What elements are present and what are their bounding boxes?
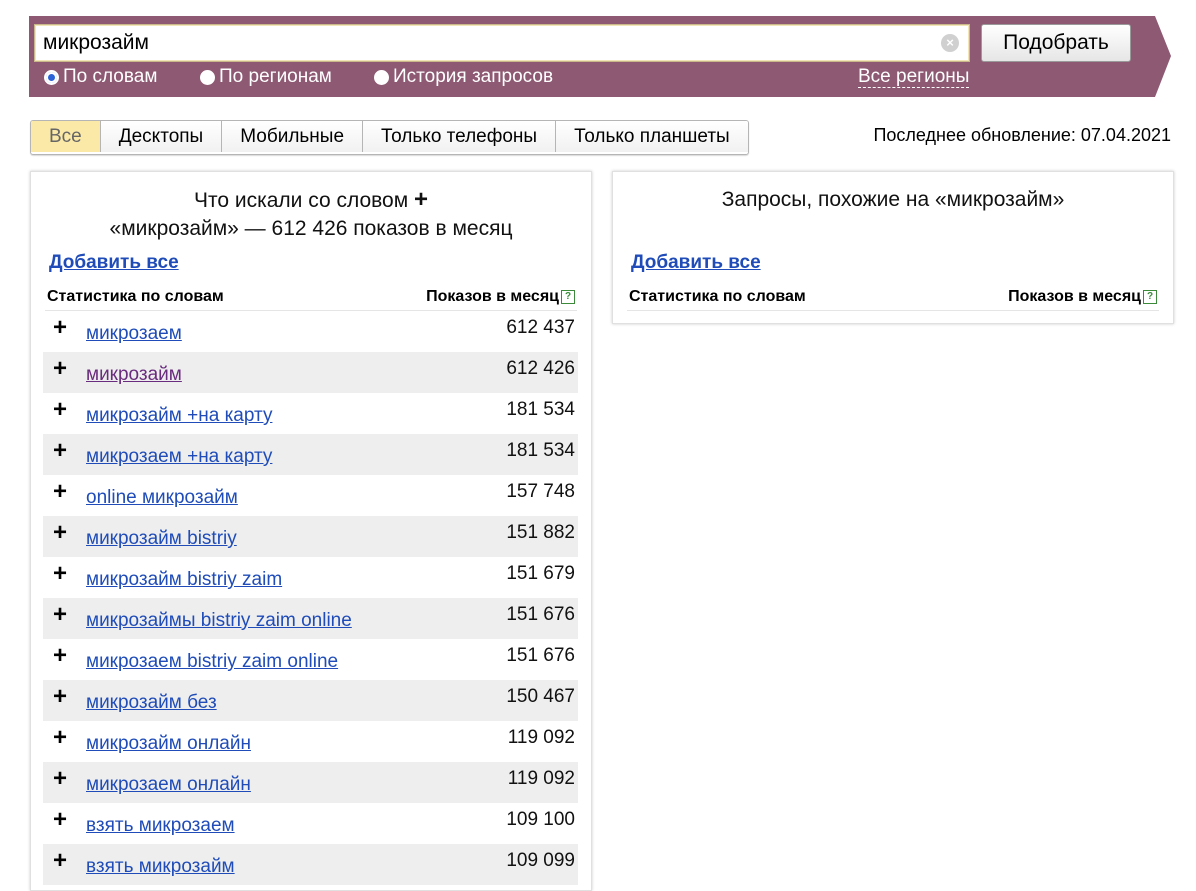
keyword-link[interactable]: микрозайм bistriy xyxy=(86,528,237,550)
keyword-link[interactable]: микрозаймы bistriy zaim online xyxy=(86,610,352,632)
col-header-words: Статистика по словам xyxy=(629,288,806,305)
add-phrase-plus-icon[interactable]: + xyxy=(53,357,67,381)
add-phrase-plus-icon[interactable]: + xyxy=(53,398,67,422)
keyword-link[interactable]: микрозаем +на карту xyxy=(86,446,272,468)
tab-mobile[interactable]: Мобильные xyxy=(222,121,364,152)
impressions-count: 612 437 xyxy=(506,317,575,338)
keyword-link[interactable]: микрозаем xyxy=(86,323,182,345)
impressions-count: 181 534 xyxy=(506,440,575,461)
search-input[interactable] xyxy=(43,29,923,57)
last-update: Последнее обновление: 07.04.2021 xyxy=(873,125,1171,145)
add-phrase-plus-icon[interactable]: + xyxy=(53,685,67,709)
keyword-link[interactable]: микрозайм xyxy=(86,364,182,386)
table-row: + микрозайм онлайн 119 092 xyxy=(43,721,578,762)
add-phrase-plus-icon[interactable]: + xyxy=(53,439,67,463)
add-all-link[interactable]: Добавить все xyxy=(631,252,761,274)
table-row: + микрозаем +на карту 181 534 xyxy=(43,434,578,475)
table-row: + микрозайм bistriy zaim 151 679 xyxy=(43,557,578,598)
mode-by-regions[interactable]: По регионам xyxy=(200,66,332,88)
radio-icon[interactable] xyxy=(374,69,389,85)
add-phrase-plus-icon[interactable]: + xyxy=(53,480,67,504)
keyword-link[interactable]: online микрозайм xyxy=(86,487,238,509)
keyword-link[interactable]: микрозайм без xyxy=(86,692,217,714)
help-icon[interactable]: ? xyxy=(1143,290,1157,304)
add-phrase-plus-icon[interactable]: + xyxy=(53,808,67,832)
add-phrase-plus-icon[interactable]: + xyxy=(53,644,67,668)
impressions-count: 157 748 xyxy=(506,481,575,502)
add-all-link[interactable]: Добавить все xyxy=(49,252,179,274)
stats-header: Статистика по словам Показов в месяц ? xyxy=(45,286,577,311)
stats-rows: + микрозаем 612 437 + микрозайм 612 426 + микро… xyxy=(43,311,578,885)
radio-checked-icon[interactable] xyxy=(44,69,59,85)
col-header-impressions: Показов в месяц ? xyxy=(1008,288,1157,306)
tab-tablets-only[interactable]: Только планшеты xyxy=(556,121,748,152)
col-header-words: Статистика по словам xyxy=(47,288,224,305)
impressions-count: 151 676 xyxy=(506,645,575,666)
keyword-link[interactable]: микрозаем bistriy zaim online xyxy=(86,651,338,673)
all-regions-link[interactable]: Все регионы xyxy=(858,66,970,88)
panel-title: Запросы, похожие на «микрозайм» xyxy=(721,188,1065,211)
impressions-count: 119 092 xyxy=(507,727,575,748)
impressions-count: 119 092 xyxy=(507,768,575,789)
tab-phones-only[interactable]: Только телефоны xyxy=(363,121,557,152)
similar-panel: Запросы, похожие на «микрозайм» Добавить… xyxy=(612,171,1174,324)
mode-history[interactable]: История запросов xyxy=(374,66,553,88)
add-phrase-plus-icon[interactable]: + xyxy=(53,316,67,340)
table-row: + микрозаем bistriy zaim online 151 676 xyxy=(43,639,578,680)
words-panel: Что искали со словом + «микрозайм» — 612… xyxy=(30,171,592,891)
table-row: + микрозайм 612 426 xyxy=(43,352,578,393)
table-row: + микрозаем 612 437 xyxy=(43,311,578,352)
keyword-link[interactable]: микрозаем онлайн xyxy=(86,774,251,796)
table-row: + микрозайм +на карту 181 534 xyxy=(43,393,578,434)
add-phrase-plus-icon[interactable]: + xyxy=(53,603,67,627)
mode-label: По словам xyxy=(63,66,158,87)
clear-icon[interactable]: × xyxy=(941,34,959,52)
tab-all[interactable]: Все xyxy=(31,121,101,152)
submit-button[interactable]: Подобрать xyxy=(981,24,1131,62)
tab-desktops[interactable]: Десктопы xyxy=(100,121,223,152)
mode-label: История запросов xyxy=(393,66,554,87)
mode-label: По регионам xyxy=(219,66,332,87)
impressions-count: 151 882 xyxy=(506,522,575,543)
impressions-count: 109 100 xyxy=(506,809,575,830)
impressions-count: 612 426 xyxy=(506,358,575,379)
table-row: + микрозайм bistriy 151 882 xyxy=(43,516,578,557)
add-phrase-plus-icon[interactable]: + xyxy=(53,726,67,750)
mode-by-words[interactable]: По словам xyxy=(44,66,157,88)
col-header-label: Показов в месяц xyxy=(426,288,559,305)
impressions-count: 181 534 xyxy=(506,399,575,420)
table-row: + микрозаем онлайн 119 092 xyxy=(43,762,578,803)
col-header-label: Показов в месяц xyxy=(1008,288,1141,305)
device-tabs: Все Десктопы Мобильные Только телефоны Т… xyxy=(30,120,749,155)
keyword-link[interactable]: взять микрозайм xyxy=(86,856,235,878)
impressions-count: 150 467 xyxy=(506,686,575,707)
help-icon[interactable]: ? xyxy=(561,290,575,304)
add-phrase-plus-icon[interactable]: + xyxy=(53,562,67,586)
stats-header: Статистика по словам Показов в месяц ? xyxy=(627,286,1159,311)
panel-title: Что искали со словом + «микрозайм» — 612… xyxy=(31,186,591,243)
table-row: + микрозаймы bistriy zaim online 151 676 xyxy=(43,598,578,639)
col-header-impressions: Показов в месяц ? xyxy=(426,288,575,306)
table-row: + микрозайм без 150 467 xyxy=(43,680,578,721)
impressions-count: 151 679 xyxy=(506,563,575,584)
keyword-link[interactable]: микрозайм +на карту xyxy=(86,405,272,427)
table-row: + взять микрозаем 109 100 xyxy=(43,803,578,844)
impressions-count: 151 676 xyxy=(506,604,575,625)
plus-icon[interactable]: + xyxy=(414,186,428,213)
title-line-1: Что искали со словом xyxy=(193,189,409,212)
table-row: + online микрозайм 157 748 xyxy=(43,475,578,516)
banner-arrow xyxy=(1155,16,1171,97)
keyword-link[interactable]: взять микрозаем xyxy=(86,815,235,837)
keyword-link[interactable]: микрозайм bistriy zaim xyxy=(86,569,282,591)
keyword-link[interactable]: микрозайм онлайн xyxy=(86,733,251,755)
add-phrase-plus-icon[interactable]: + xyxy=(53,849,67,873)
search-box[interactable]: × xyxy=(34,24,970,62)
add-phrase-plus-icon[interactable]: + xyxy=(53,521,67,545)
radio-icon[interactable] xyxy=(200,69,215,85)
title-line-2: «микрозайм» — 612 426 показов в месяц xyxy=(109,217,513,240)
table-row: + взять микрозайм 109 099 xyxy=(43,844,578,885)
add-phrase-plus-icon[interactable]: + xyxy=(53,767,67,791)
